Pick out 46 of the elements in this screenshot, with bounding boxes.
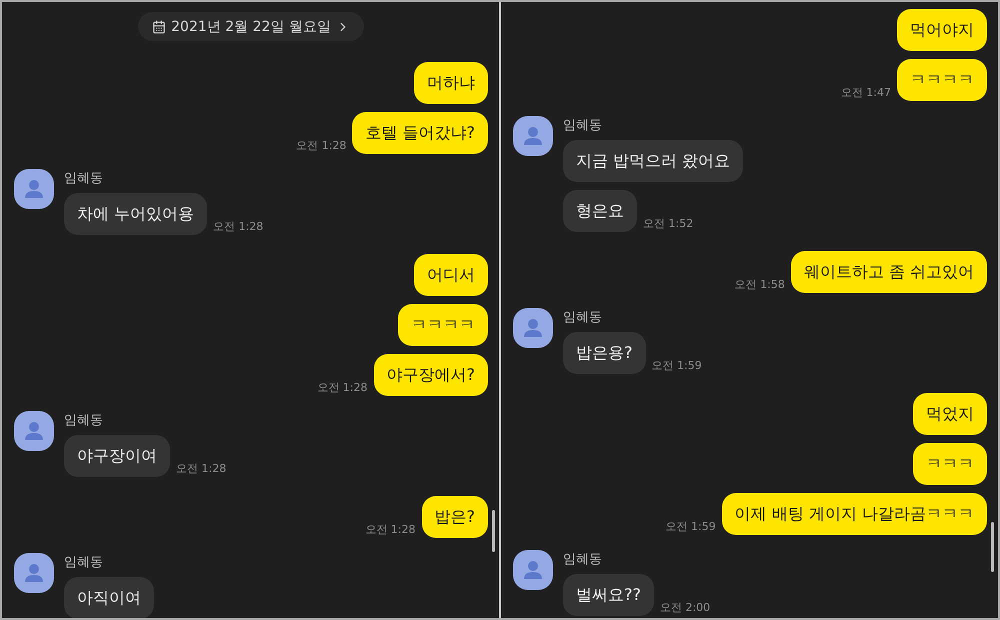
message-time: 오전 1:59 <box>652 358 702 374</box>
avatar-icon <box>513 550 553 590</box>
scrollbar-thumb[interactable] <box>991 522 994 572</box>
message-time: 오전 1:28 <box>365 522 416 538</box>
avatar-icon <box>14 411 54 451</box>
message-bubble: 야구장이여 <box>64 435 170 477</box>
message-time: 오전 2:00 <box>660 600 710 616</box>
sender-name: 임혜동 <box>64 412 104 429</box>
message-time: 오전 1:28 <box>296 138 346 154</box>
message-bubble: 어디서 <box>414 254 488 296</box>
message-bubble: 밥은? <box>422 496 488 538</box>
message-bubble: 이제 배팅 게이지 나갈라곰ㅋㅋㅋ <box>722 493 987 535</box>
avatar-icon <box>14 169 54 209</box>
message-time: 오전 1:52 <box>643 216 694 232</box>
message-bubble: 아직이여 <box>64 577 154 618</box>
message-bubble: ㅋㅋㅋㅋ <box>897 59 987 101</box>
message-bubble: 밥은용? <box>563 332 646 374</box>
sender-name: 임혜동 <box>64 170 104 187</box>
message-time: 오전 1:28 <box>176 461 226 477</box>
message-bubble: 호텔 들어갔냐? <box>352 112 488 154</box>
message-time: 오전 1:28 <box>317 380 368 396</box>
avatar-icon <box>513 308 553 348</box>
date-chip[interactable]: 2021년 2월 22일 월요일 <box>138 12 364 41</box>
message-bubble: 형은요 <box>563 190 637 232</box>
message-bubble: 차에 누어있어용 <box>64 193 208 235</box>
message-time: 오전 1:28 <box>213 219 264 235</box>
sender-name: 임혜동 <box>563 551 603 568</box>
message-bubble: 지금 밥먹으러 왔어요 <box>563 140 744 182</box>
message-time: 오전 1:59 <box>666 519 716 535</box>
sender-name: 임혜동 <box>563 309 603 326</box>
scrollbar-thumb[interactable] <box>492 510 495 552</box>
message-time: 오전 1:47 <box>840 85 891 101</box>
message-bubble: ㅋㅋㅋㅋ <box>398 304 488 346</box>
message-bubble: 벌써요?? <box>563 574 654 616</box>
avatar-icon <box>14 553 54 593</box>
sender-name: 임혜동 <box>64 554 104 571</box>
message-bubble: 웨이트하고 좀 쉬고있어 <box>790 251 987 293</box>
message-bubble: 야구장에서? <box>374 354 488 396</box>
message-bubble: 먹어야지 <box>897 9 987 51</box>
calendar-icon <box>152 20 166 34</box>
sender-name: 임혜동 <box>563 117 603 134</box>
message-bubble: 먹었지 <box>913 393 987 435</box>
message-bubble: 머하냐 <box>414 62 488 104</box>
message-time: 오전 1:58 <box>734 277 785 293</box>
message-bubble: ㅋㅋㅋ <box>913 443 987 485</box>
avatar-icon <box>513 116 553 156</box>
